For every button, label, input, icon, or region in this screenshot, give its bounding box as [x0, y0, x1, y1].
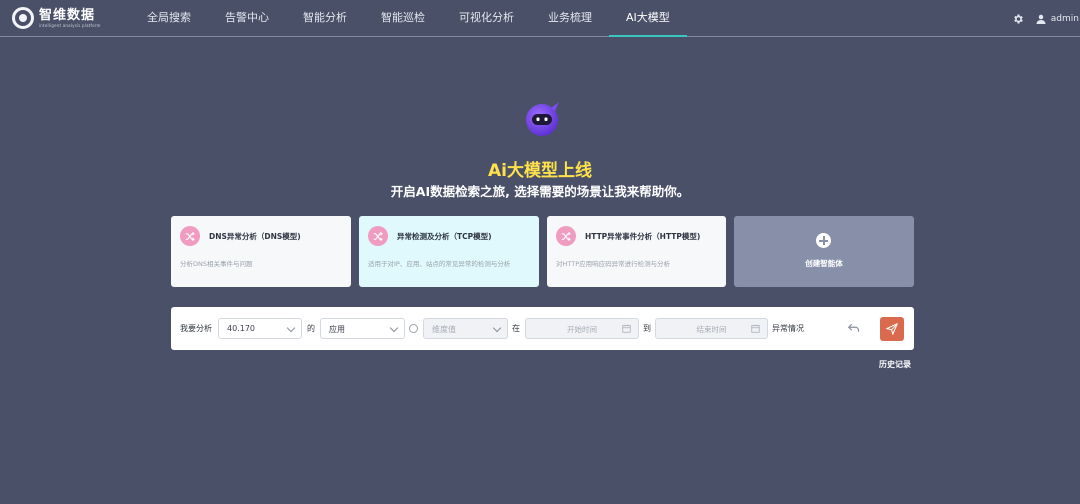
calendar-icon	[622, 324, 631, 333]
username[interactable]: admin	[1051, 14, 1079, 24]
nav-item-global-search[interactable]: 全局搜索	[130, 0, 208, 37]
top-navigation-bar: 智维数据 intelligent analysis platform 全局搜索 …	[0, 0, 1080, 37]
card-description: 分析DNS相关事件与问题	[180, 260, 253, 268]
card-title: DNS异常分析（DNS模型)	[209, 232, 301, 241]
header-actions: admin	[1012, 0, 1080, 37]
history-link[interactable]: 历史记录	[879, 359, 911, 370]
send-icon	[886, 323, 898, 335]
main-nav: 全局搜索 告警中心 智能分析 智能巡检 可视化分析 业务梳理 AI大模型	[130, 0, 687, 37]
dimension-radio[interactable]	[409, 324, 418, 333]
shuffle-icon	[556, 226, 576, 246]
type-select[interactable]: 应用	[320, 318, 405, 339]
scenario-card-http[interactable]: HTTP异常事件分析（HTTP模型) 对HTTP应用响应码异常进行检测与分析	[547, 216, 726, 287]
plus-circle-icon	[816, 233, 831, 248]
start-time-input[interactable]: 开始时间	[525, 318, 639, 339]
nav-item-smart-analysis[interactable]: 智能分析	[286, 0, 364, 37]
nav-item-ai-model[interactable]: AI大模型	[609, 0, 687, 37]
card-title: HTTP异常事件分析（HTTP模型)	[585, 232, 701, 241]
gear-icon[interactable]	[1012, 13, 1024, 25]
create-agent-label: 创建智能体	[805, 259, 843, 268]
nav-item-visual-analysis[interactable]: 可视化分析	[442, 0, 531, 37]
at-label: 在	[512, 324, 520, 333]
shuffle-icon	[368, 226, 388, 246]
logo-text: 智维数据 intelligent analysis platform	[39, 9, 101, 28]
shuffle-icon	[180, 226, 200, 246]
target-select-value: 40.170	[227, 324, 255, 333]
brand-logo[interactable]: 智维数据 intelligent analysis platform	[12, 7, 101, 29]
calendar-icon	[751, 324, 760, 333]
nav-item-smart-inspection[interactable]: 智能巡检	[364, 0, 442, 37]
to-label: 到	[643, 324, 651, 333]
create-agent-card[interactable]: 创建智能体	[734, 216, 914, 287]
chevron-down-icon	[389, 323, 399, 333]
query-prefix: 我要分析	[180, 324, 212, 333]
dimension-placeholder: 维度值	[432, 325, 456, 334]
brand-name: 智维数据	[39, 7, 96, 23]
start-time-placeholder: 开始时间	[567, 325, 597, 334]
chevron-down-icon	[286, 323, 296, 333]
card-description: 适用于对IP、应用、站点的常见异常的检测与分析	[368, 260, 511, 268]
scenario-card-dns[interactable]: DNS异常分析（DNS模型) 分析DNS相关事件与问题	[171, 216, 351, 287]
nav-item-business-mapping[interactable]: 业务梳理	[531, 0, 609, 37]
card-title: 异常检测及分析（TCP模型)	[397, 232, 492, 241]
robot-icon	[526, 102, 559, 136]
nav-item-alert-center[interactable]: 告警中心	[208, 0, 286, 37]
end-time-input[interactable]: 结束时间	[655, 318, 768, 339]
end-time-placeholder: 结束时间	[696, 325, 727, 334]
chevron-down-icon	[492, 323, 502, 333]
brand-subtitle: intelligent analysis platform	[39, 22, 101, 28]
hero-title: Ai大模型上线	[488, 161, 592, 181]
undo-icon[interactable]	[848, 322, 860, 334]
query-suffix: 异常情况	[772, 324, 804, 333]
hero-subtitle: 开启AI数据检索之旅, 选择需要的场景让我来帮助你。	[390, 184, 690, 199]
type-select-value: 应用	[329, 325, 345, 334]
target-select[interactable]: 40.170	[218, 318, 302, 339]
card-description: 对HTTP应用响应码异常进行检测与分析	[556, 260, 671, 268]
of-label: 的	[307, 324, 315, 333]
user-icon[interactable]	[1036, 14, 1046, 24]
scenario-card-tcp[interactable]: 异常检测及分析（TCP模型) 适用于对IP、应用、站点的常见异常的检测与分析	[359, 216, 539, 287]
query-bar: 我要分析 40.170 的 应用 维度值 在 开始时间 到 结束时间 异常情况	[171, 307, 914, 350]
dimension-select[interactable]: 维度值	[423, 318, 508, 339]
logo-mark-icon	[12, 7, 34, 29]
send-button[interactable]	[880, 317, 904, 341]
